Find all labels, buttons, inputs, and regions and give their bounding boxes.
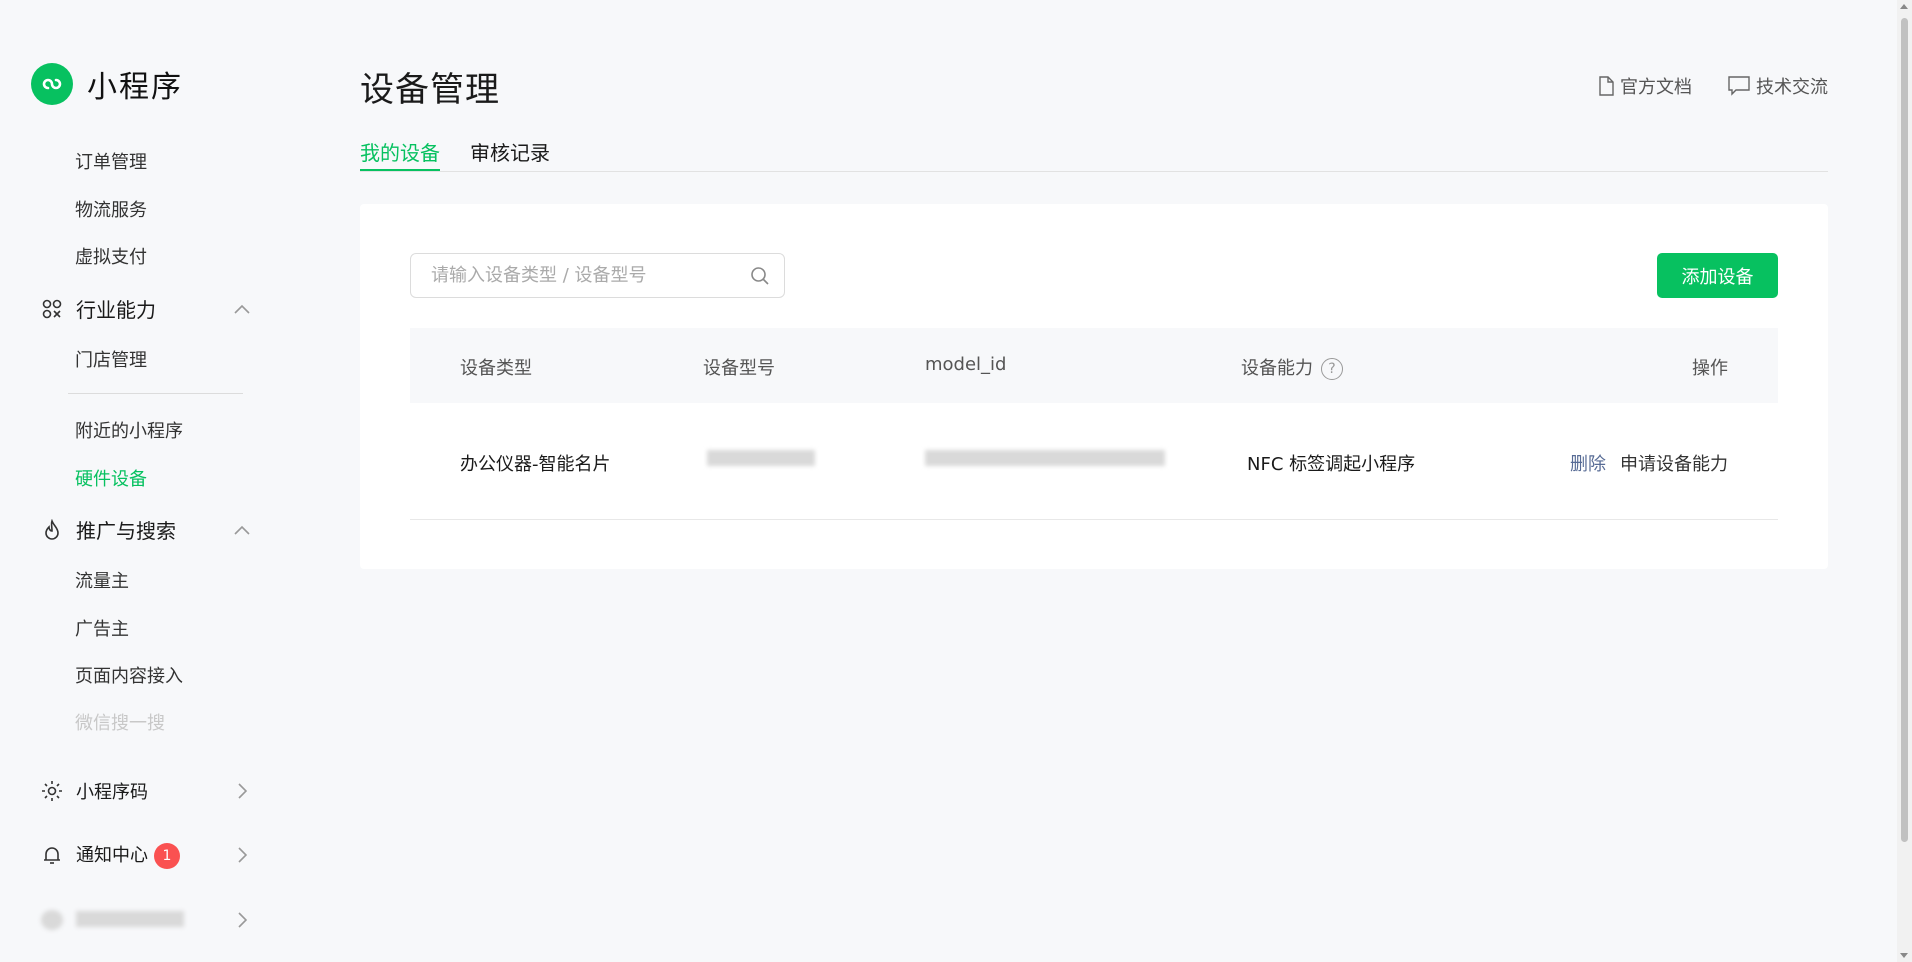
table-row: 办公仪器-智能名片 NFC 标签调起小程序 删除 申请设备能力 [410,403,1778,520]
col-capability-label: 设备能力 [1241,358,1313,379]
sun-icon [40,779,64,803]
miniprogram-logo-icon [31,63,73,105]
search-input[interactable] [431,265,750,286]
col-device-type: 设备类型 [460,358,532,379]
tab-review-records[interactable]: 审核记录 [470,137,550,171]
sidebar-group-industry-label: 行业能力 [76,298,156,322]
cell-model-id-redacted [925,450,1165,471]
table-header: 设备类型 设备型号 model_id 设备能力? 操作 [410,328,1778,403]
tab-bar: 我的设备 审核记录 [360,137,1828,172]
add-device-button[interactable]: 添加设备 [1657,253,1778,298]
chevron-right-icon [234,912,250,928]
bell-icon [40,843,64,867]
device-table: 设备类型 设备型号 model_id 设备能力? 操作 办公仪器-智能名片 NF… [410,328,1778,520]
sidebar-item-advertiser[interactable]: 广告主 [75,615,129,641]
header-links: 官方文档 技术交流 [1598,73,1828,99]
sidebar-group-qrcode[interactable]: 小程序码 [40,778,250,804]
sidebar-item-nearby[interactable]: 附近的小程序 [75,417,183,443]
cell-capability: NFC 标签调起小程序 [1247,454,1416,475]
sidebar-group-industry[interactable]: 行业能力 [40,294,250,323]
sidebar-item-store[interactable]: 门店管理 [75,346,147,372]
sidebar-item-hardware[interactable]: 硬件设备 [75,465,147,491]
sidebar-item-traffic-owner[interactable]: 流量主 [75,567,129,593]
sidebar-divider [68,393,243,394]
cell-device-model-redacted [707,450,815,471]
delete-link[interactable]: 删除 [1570,454,1606,475]
sidebar-group-notify[interactable]: 通知中心 1 [40,841,250,869]
page-scrollbar[interactable] [1897,0,1912,962]
sidebar-group-promo[interactable]: 推广与搜索 [40,515,250,544]
document-icon [1599,76,1614,96]
col-device-model: 设备型号 [703,358,775,379]
search-box[interactable] [410,253,785,298]
notify-label-text: 通知中心 [76,845,148,866]
flame-icon [40,518,64,542]
cell-actions: 删除 申请设备能力 [1570,450,1728,476]
sidebar-item-page-content[interactable]: 页面内容接入 [75,662,183,688]
scroll-thumb[interactable] [1901,18,1908,842]
apply-capability-link[interactable]: 申请设备能力 [1620,454,1728,475]
chat-icon [1728,76,1750,96]
sidebar-item-orders[interactable]: 订单管理 [75,148,147,174]
sidebar-group-notify-label: 通知中心 1 [76,841,234,869]
scroll-up-arrow-icon[interactable] [1900,4,1908,9]
official-docs-link[interactable]: 官方文档 [1598,73,1692,99]
col-model-id: model_id [925,354,1007,375]
sidebar-item-virtual-pay[interactable]: 虚拟支付 [75,243,147,269]
search-icon[interactable] [750,266,770,286]
help-icon[interactable]: ? [1321,358,1343,380]
sidebar: 小程序 订单管理 物流服务 虚拟支付 行业能力 门店管理 附近的小程序 硬件设备 [0,0,300,962]
brand[interactable]: 小程序 [31,62,183,106]
official-docs-label: 官方文档 [1620,77,1692,98]
avatar-icon [40,908,64,932]
sidebar-account[interactable] [40,908,250,932]
notification-badge: 1 [154,843,180,869]
page-title: 设备管理 [360,70,500,110]
app-root: 小程序 订单管理 物流服务 虚拟支付 行业能力 门店管理 附近的小程序 硬件设备 [0,0,1912,962]
account-name-redacted [76,908,234,932]
brand-name: 小程序 [87,70,183,105]
sidebar-item-wechat-search[interactable]: 微信搜一搜 [75,709,165,735]
tech-exchange-link[interactable]: 技术交流 [1728,73,1828,99]
industry-icon [40,297,64,321]
tech-exchange-label: 技术交流 [1756,77,1828,98]
chevron-up-icon [234,522,250,538]
col-actions: 操作 [1692,358,1728,379]
cell-device-type: 办公仪器-智能名片 [460,454,611,475]
device-card: 添加设备 设备类型 设备型号 model_id 设备能力? 操作 办公仪器-智能… [360,204,1828,569]
sidebar-item-logistics[interactable]: 物流服务 [75,196,147,222]
scroll-down-arrow-icon[interactable] [1900,953,1908,958]
sidebar-group-promo-label: 推广与搜索 [76,519,176,543]
col-capability: 设备能力? [1241,354,1343,380]
chevron-up-icon [234,301,250,317]
sidebar-group-qrcode-label: 小程序码 [76,782,148,803]
chevron-right-icon [234,847,250,863]
chevron-right-icon [234,783,250,799]
tab-my-devices[interactable]: 我的设备 [360,137,440,171]
